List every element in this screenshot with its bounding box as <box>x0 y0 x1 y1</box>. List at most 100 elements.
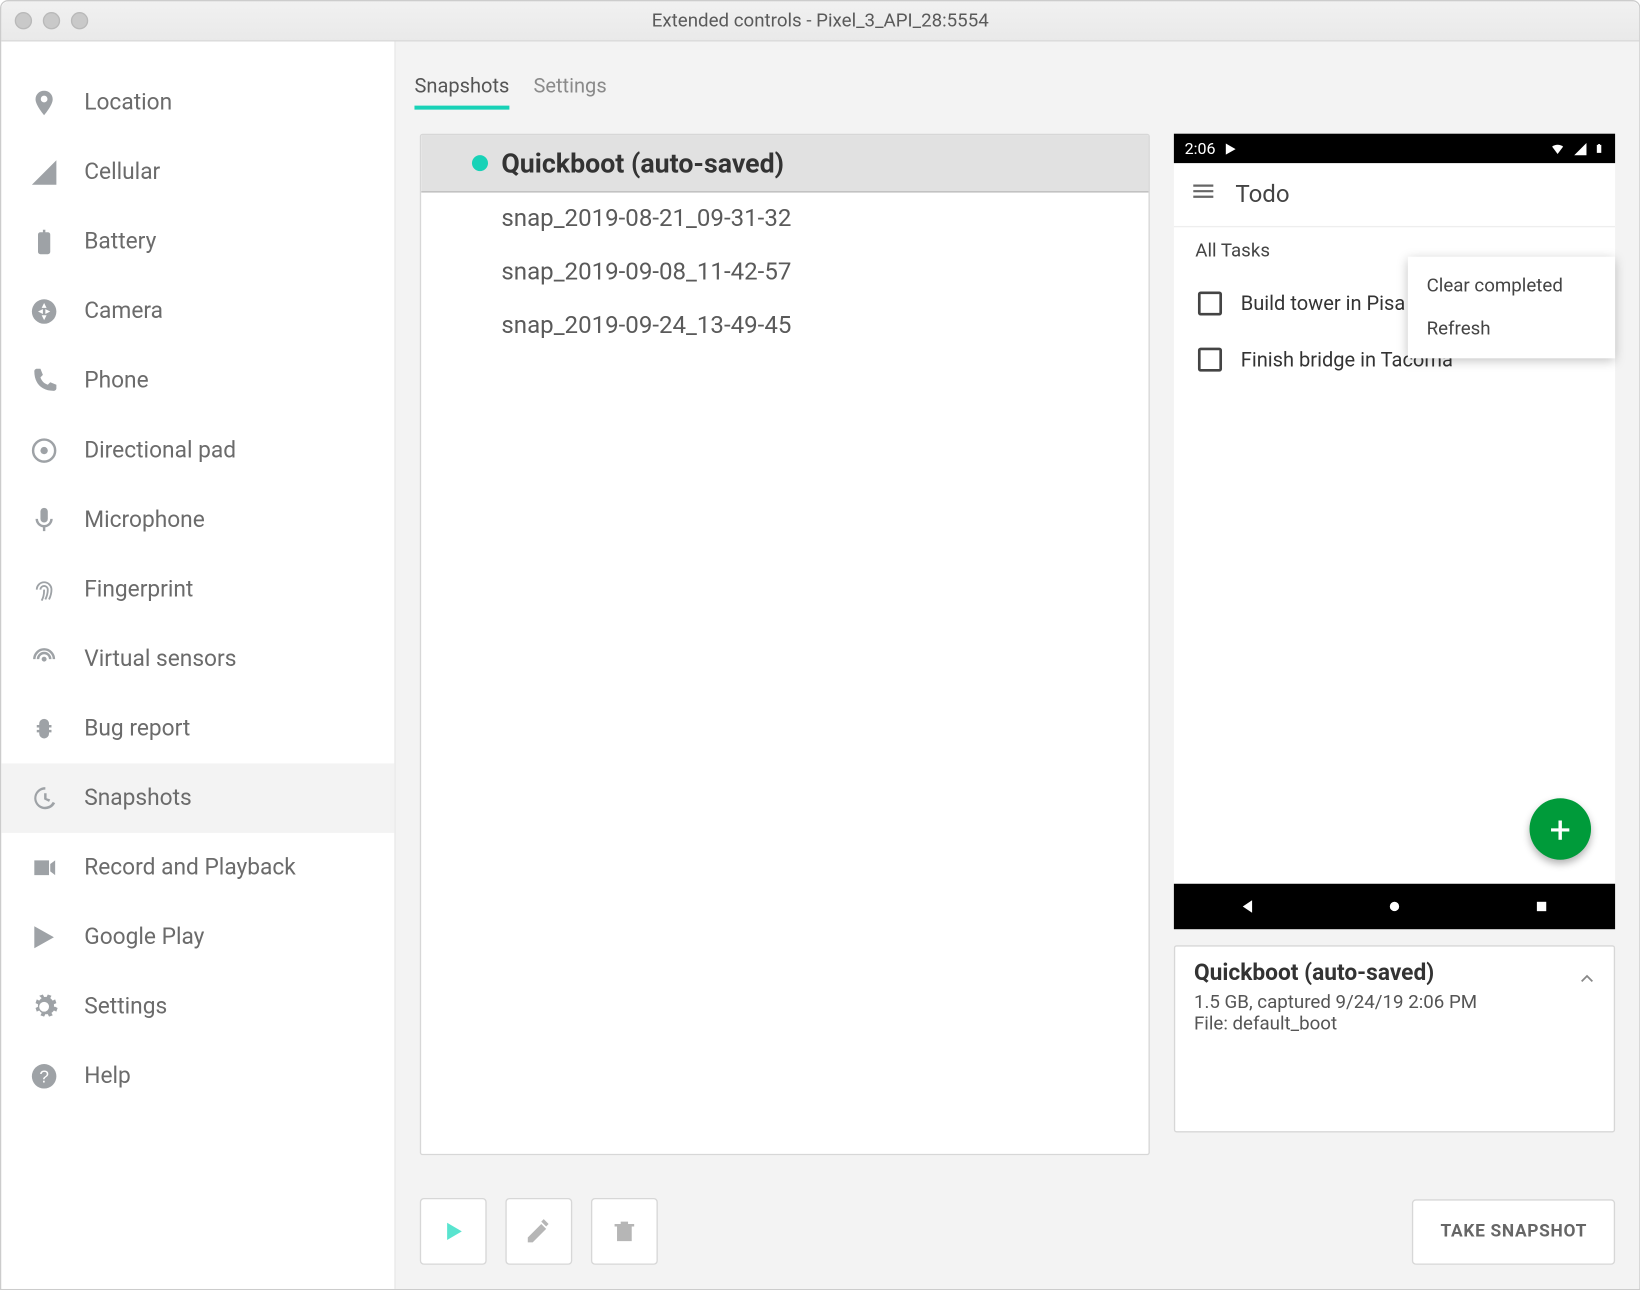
sidebar-item-label: Google Play <box>84 924 204 951</box>
sidebar-item-help[interactable]: ? Help <box>1 1042 394 1112</box>
fingerprint-icon <box>28 574 60 606</box>
nav-recent-icon[interactable] <box>1532 897 1551 916</box>
sidebar-item-label: Location <box>84 90 172 117</box>
sidebar-item-battery[interactable]: Battery <box>1 207 394 277</box>
sidebar-item-record[interactable]: Record and Playback <box>1 833 394 903</box>
help-icon: ? <box>28 1060 60 1092</box>
sidebar-item-dpad[interactable]: Directional pad <box>1 416 394 486</box>
sensors-icon <box>28 643 60 675</box>
sidebar-item-label: Cellular <box>84 159 160 186</box>
sidebar-item-label: Fingerprint <box>84 576 193 603</box>
bug-icon <box>28 713 60 745</box>
sidebar-item-label: Bug report <box>84 715 190 742</box>
take-snapshot-button[interactable]: TAKE SNAPSHOT <box>1412 1199 1615 1265</box>
sidebar-item-location[interactable]: Location <box>1 68 394 138</box>
sidebar-item-phone[interactable]: Phone <box>1 346 394 416</box>
overflow-menu[interactable]: Clear completed Refresh <box>1408 257 1615 359</box>
sidebar-item-label: Phone <box>84 368 148 395</box>
sidebar-item-cellular[interactable]: Cellular <box>1 138 394 208</box>
bottom-toolbar: TAKE SNAPSHOT <box>396 1179 1639 1289</box>
main-panel: Snapshots Settings Quickboot (auto-saved… <box>396 41 1639 1288</box>
play-icon <box>439 1217 468 1246</box>
preview-column: 2:06 Todo <box>1174 134 1615 1155</box>
window-title: Extended controls - Pixel_3_API_28:5554 <box>652 10 989 31</box>
details-meta: 1.5 GB, captured 9/24/19 2:06 PM <box>1194 992 1595 1013</box>
sidebar-item-label: Camera <box>84 298 163 325</box>
android-navbar <box>1174 884 1615 929</box>
svg-text:?: ? <box>39 1066 49 1086</box>
minimize-icon[interactable] <box>43 12 60 29</box>
dpad-icon <box>28 435 60 467</box>
details-title: Quickboot (auto-saved) <box>1194 960 1595 987</box>
sidebar-item-settings[interactable]: Settings <box>1 972 394 1042</box>
snapshot-label: snap_2019-08-21_09-31-32 <box>501 205 791 233</box>
sidebar-item-sensors[interactable]: Virtual sensors <box>1 624 394 694</box>
menu-item-refresh[interactable]: Refresh <box>1408 308 1615 351</box>
delete-snapshot-button[interactable] <box>591 1198 658 1265</box>
gear-icon <box>28 991 60 1023</box>
snapshot-list[interactable]: Quickboot (auto-saved) snap_2019-08-21_0… <box>420 134 1150 1155</box>
history-icon <box>28 782 60 814</box>
sidebar-item-snapshots[interactable]: Snapshots <box>1 763 394 833</box>
edit-snapshot-button[interactable] <box>505 1198 572 1265</box>
window: Extended controls - Pixel_3_API_28:5554 … <box>0 0 1640 1290</box>
battery-status-icon <box>1594 140 1605 156</box>
play-status-icon <box>1224 141 1239 156</box>
menu-item-clear[interactable]: Clear completed <box>1408 265 1615 308</box>
sidebar-item-label: Settings <box>84 993 167 1020</box>
sidebar-item-googleplay[interactable]: Google Play <box>1 902 394 972</box>
sidebar-item-label: Microphone <box>84 507 205 534</box>
cellular-icon <box>28 156 60 188</box>
snapshot-row-quickboot[interactable]: Quickboot (auto-saved) <box>421 135 1148 192</box>
checkbox-icon[interactable] <box>1198 291 1222 315</box>
snapshot-details: Quickboot (auto-saved) 1.5 GB, captured … <box>1174 945 1615 1132</box>
run-snapshot-button[interactable] <box>420 1198 487 1265</box>
battery-icon <box>28 226 60 258</box>
tab-snapshots[interactable]: Snapshots <box>414 66 509 110</box>
status-time: 2:06 <box>1185 139 1216 158</box>
nav-home-icon[interactable] <box>1385 897 1404 916</box>
hamburger-icon[interactable] <box>1190 178 1217 211</box>
tabbar: Snapshots Settings <box>396 41 1639 109</box>
snapshot-row[interactable]: snap_2019-09-08_11-42-57 <box>421 246 1148 299</box>
app-toolbar: Todo <box>1174 163 1615 227</box>
snapshot-row[interactable]: snap_2019-08-21_09-31-32 <box>421 193 1148 246</box>
todo-label: Build tower in Pisa <box>1241 291 1406 315</box>
traffic-lights[interactable] <box>15 12 89 29</box>
tab-settings[interactable]: Settings <box>533 66 606 110</box>
plus-icon: + <box>1550 807 1571 851</box>
sidebar-item-mic[interactable]: Microphone <box>1 485 394 555</box>
sidebar-item-label: Battery <box>84 229 156 256</box>
camera-icon <box>28 295 60 327</box>
snapshot-label: snap_2019-09-08_11-42-57 <box>501 258 791 286</box>
checkbox-icon[interactable] <box>1198 348 1222 372</box>
maximize-icon[interactable] <box>71 12 88 29</box>
sidebar-item-label: Snapshots <box>84 785 192 812</box>
fab-add[interactable]: + <box>1530 798 1592 860</box>
snapshot-label: snap_2019-09-24_13-49-45 <box>501 312 791 340</box>
close-icon[interactable] <box>15 12 32 29</box>
sidebar-item-bug[interactable]: Bug report <box>1 694 394 764</box>
sidebar-item-label: Help <box>84 1063 131 1090</box>
sidebar-item-label: Record and Playback <box>84 854 296 881</box>
sidebar-item-label: Virtual sensors <box>84 646 236 673</box>
device-preview: 2:06 Todo <box>1174 134 1615 930</box>
wifi-icon <box>1548 141 1567 156</box>
snapshot-row[interactable]: snap_2019-09-24_13-49-45 <box>421 299 1148 352</box>
sidebar-item-camera[interactable]: Camera <box>1 277 394 347</box>
titlebar: Extended controls - Pixel_3_API_28:5554 <box>1 1 1639 41</box>
chevron-up-icon[interactable] <box>1576 968 1597 995</box>
details-file: File: default_boot <box>1194 1013 1595 1034</box>
play-icon <box>28 921 60 953</box>
location-icon <box>28 87 60 119</box>
app-title: Todo <box>1235 180 1289 208</box>
sidebar-item-fingerprint[interactable]: Fingerprint <box>1 555 394 625</box>
nav-back-icon[interactable] <box>1238 897 1257 916</box>
active-dot-icon <box>472 155 488 171</box>
signal-icon <box>1572 141 1588 156</box>
pencil-icon <box>524 1217 553 1246</box>
record-icon <box>28 852 60 884</box>
sidebar-item-label: Directional pad <box>84 437 236 464</box>
trash-icon <box>610 1217 639 1246</box>
mic-icon <box>28 504 60 536</box>
